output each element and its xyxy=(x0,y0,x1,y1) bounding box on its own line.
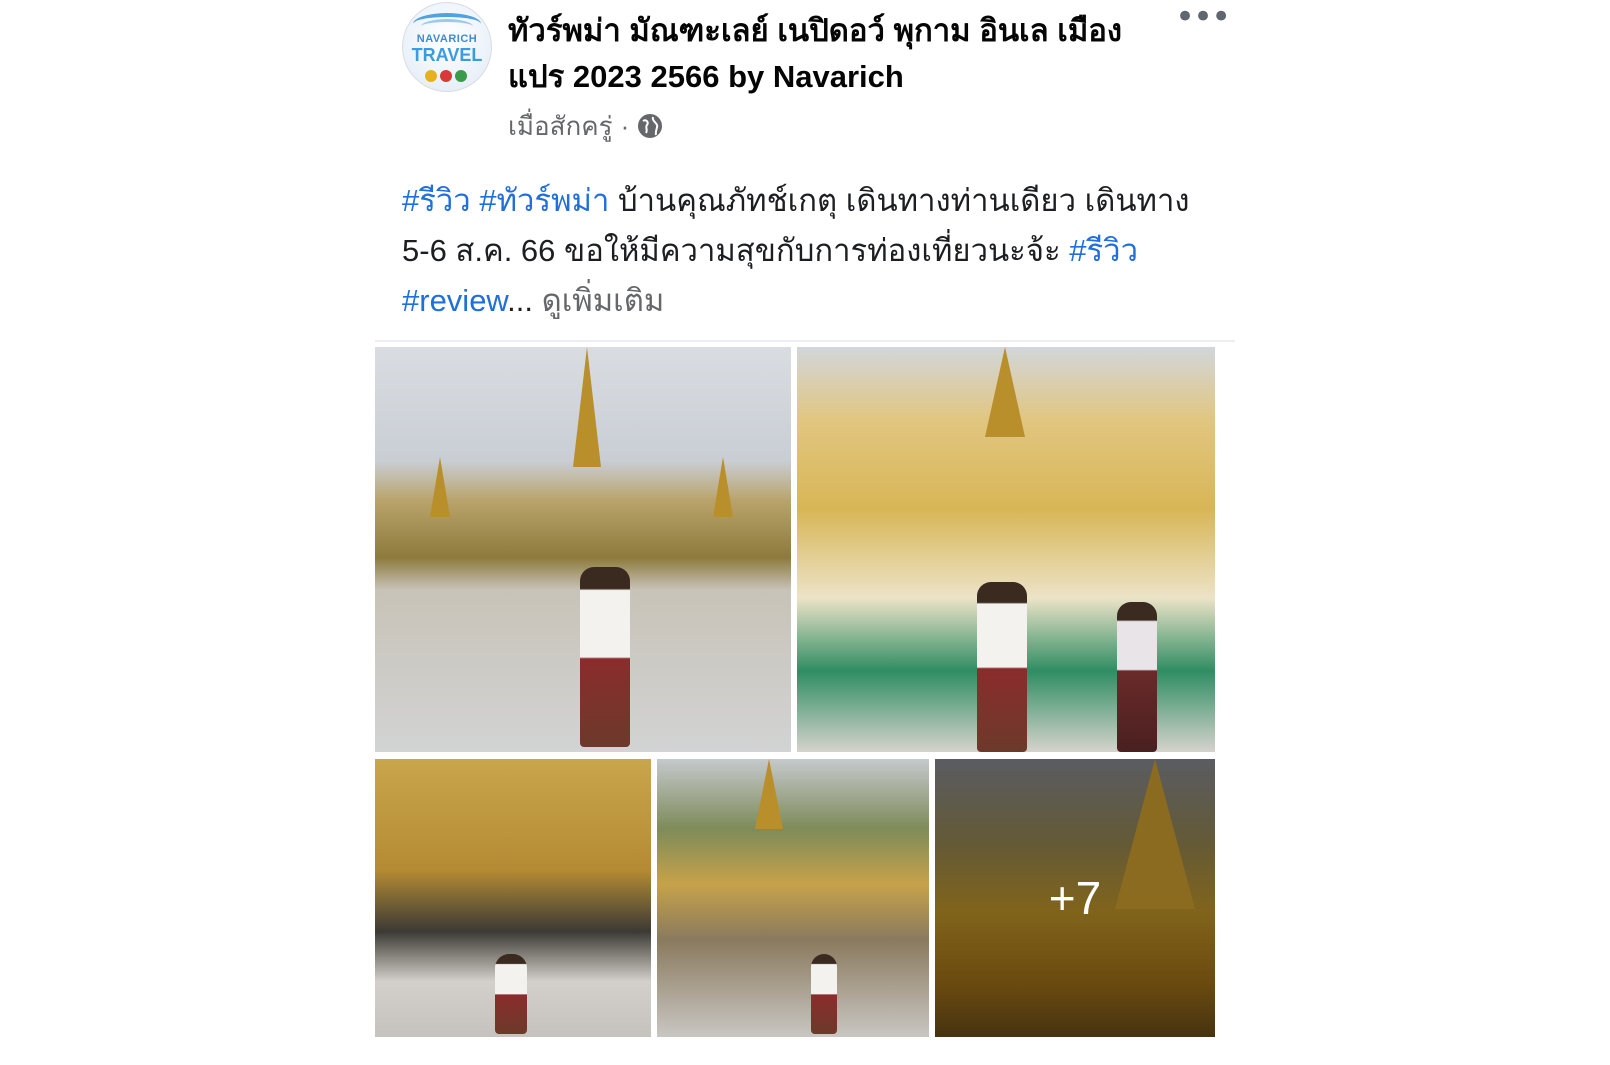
post-photo-1[interactable] xyxy=(375,347,791,752)
pagoda-spire xyxy=(573,347,601,467)
person-figure xyxy=(495,954,527,1034)
pagoda-spire xyxy=(713,457,733,517)
hashtag-review[interactable]: #รีวิว xyxy=(402,183,471,218)
caption-ellipsis: ... xyxy=(507,283,533,318)
post-photo-2[interactable] xyxy=(797,347,1215,752)
flags-icon xyxy=(425,67,473,82)
wave-logo-icon-secondary xyxy=(421,19,473,34)
person-figure xyxy=(977,582,1027,752)
more-photos-count[interactable]: +7 xyxy=(935,759,1215,1037)
temple-spire xyxy=(985,347,1025,437)
post-photo-5[interactable]: +7 xyxy=(935,759,1215,1037)
post-photo-3[interactable] xyxy=(375,759,651,1037)
page-title[interactable]: ทัวร์พม่า มัณฑะเลย์ เนปิดอว์ พุกาม อินเล… xyxy=(508,8,1148,100)
pagoda-spire xyxy=(430,457,450,517)
person-figure xyxy=(1117,602,1157,752)
person-figure xyxy=(580,567,630,747)
post-caption: #รีวิว #ทัวร์พม่า บ้านคุณภัทช์เกตุ เดินท… xyxy=(402,176,1202,326)
temple-spire xyxy=(755,759,783,829)
hashtag-review-2[interactable]: #รีวิว xyxy=(1069,233,1138,268)
hashtag-review-en[interactable]: #review xyxy=(402,283,507,318)
post-photo-4[interactable] xyxy=(657,759,929,1037)
meta-separator: · xyxy=(620,110,630,141)
post-meta: เมื่อสักครู่ · xyxy=(508,106,663,146)
more-options-button[interactable]: ••• xyxy=(1175,0,1231,38)
avatar-brand-line1: NAVARICH xyxy=(416,33,478,45)
timestamp[interactable]: เมื่อสักครู่ xyxy=(508,106,613,147)
feed-post: NAVARICH TRAVEL ทัวร์พม่า มัณฑะเลย์ เนปิ… xyxy=(375,0,1235,1065)
globe-icon[interactable] xyxy=(637,113,663,139)
page-avatar[interactable]: NAVARICH TRAVEL xyxy=(402,2,492,92)
avatar-brand-line2: TRAVEL xyxy=(411,45,483,65)
hashtag-tour-myanmar[interactable]: #ทัวร์พม่า xyxy=(479,183,609,218)
person-figure xyxy=(811,954,837,1034)
see-more-link[interactable]: ดูเพิ่มเติม xyxy=(533,283,665,318)
divider xyxy=(375,340,1235,342)
